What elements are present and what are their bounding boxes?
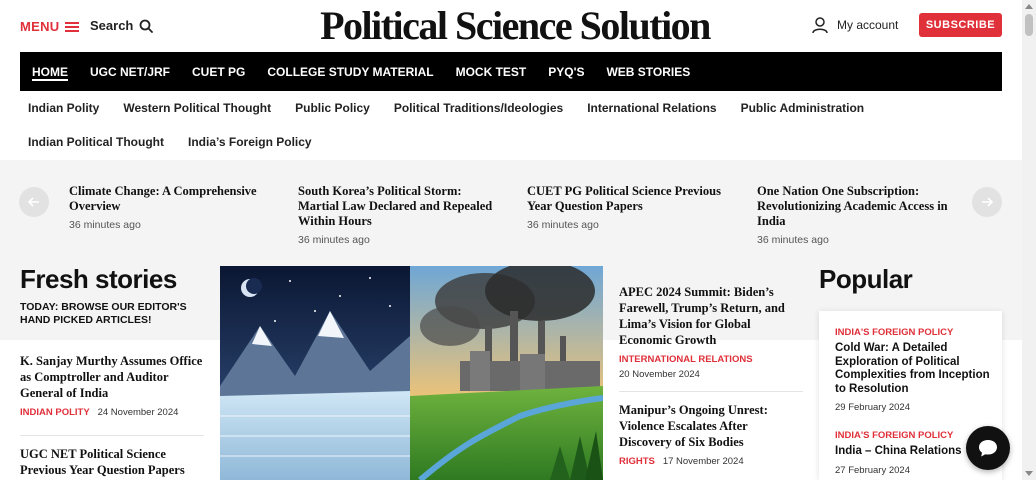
- hamburger-icon: [65, 21, 80, 32]
- story-date: 24 November 2024: [97, 407, 179, 418]
- divider: [20, 435, 204, 436]
- ticker-time: 36 minutes ago: [69, 219, 141, 231]
- subnav-item-public-policy[interactable]: Public Policy: [295, 101, 370, 115]
- subnav-item-indian-polity[interactable]: Indian Polity: [28, 101, 99, 115]
- subnav-item-indian-political-thought[interactable]: Indian Political Thought: [28, 135, 164, 149]
- subnav-item-international-relations[interactable]: International Relations: [587, 101, 716, 115]
- popular-title[interactable]: Cold War: A Detailed Exploration of Poli…: [835, 342, 995, 396]
- ticker-title[interactable]: South Korea’s Political Storm: Martial L…: [298, 184, 498, 229]
- scroll-up-icon[interactable]: [1025, 4, 1033, 9]
- ticker-title[interactable]: Climate Change: A Comprehensive Overview: [69, 184, 269, 214]
- climate-contrast-illustration: [220, 266, 603, 480]
- story-item[interactable]: K. Sanjay Murthy Assumes Office as Compt…: [20, 353, 204, 418]
- nav-item-cuet-pg[interactable]: CUET PG: [181, 52, 256, 91]
- ticker-title[interactable]: One Nation One Subscription: Revolutioni…: [757, 184, 957, 229]
- site-logo[interactable]: Political Science Solution: [318, 2, 712, 49]
- subnav-item-indias-foreign-policy[interactable]: India’s Foreign Policy: [188, 135, 312, 149]
- story-title[interactable]: UGC NET Political Science Previous Year …: [20, 446, 204, 478]
- scroll-down-icon[interactable]: [1025, 471, 1033, 476]
- nav-item-ugc-net[interactable]: UGC NET/JRF: [79, 52, 181, 91]
- popular-item[interactable]: INDIA'S FOREIGN POLICY Cold War: A Detai…: [835, 327, 995, 413]
- popular-date: 29 February 2024: [835, 402, 910, 413]
- fresh-stories-heading: Fresh stories: [20, 264, 177, 294]
- ticker-item[interactable]: One Nation One Subscription: Revolutioni…: [757, 184, 957, 246]
- search-button[interactable]: Search: [90, 18, 154, 33]
- nav-item-mock-test[interactable]: MOCK TEST: [445, 52, 538, 91]
- ticker-item[interactable]: South Korea’s Political Storm: Martial L…: [298, 184, 498, 246]
- subscribe-button[interactable]: SUBSCRIBE: [919, 13, 1002, 37]
- popular-heading: Popular: [819, 264, 913, 294]
- arrow-left-icon: [27, 197, 39, 207]
- ticker-time: 36 minutes ago: [757, 234, 829, 246]
- ticker-time: 36 minutes ago: [527, 219, 599, 231]
- page-scrollbar[interactable]: [1022, 0, 1036, 480]
- chat-icon: [979, 440, 997, 457]
- my-account-label: My account: [837, 18, 899, 32]
- sub-nav-row-1: Indian Polity Western Political Thought …: [28, 101, 988, 115]
- ticker-item[interactable]: CUET PG Political Science Previous Year …: [527, 184, 727, 231]
- main-nav: HOME UGC NET/JRF CUET PG COLLEGE STUDY M…: [20, 52, 1002, 91]
- popular-category[interactable]: INDIA'S FOREIGN POLICY: [835, 327, 995, 338]
- divider: [619, 391, 803, 392]
- ticker-next-button[interactable]: [972, 187, 1002, 217]
- story-item[interactable]: UGC NET Political Science Previous Year …: [20, 446, 204, 478]
- featured-image[interactable]: [220, 266, 603, 480]
- site-header: MENU Search Political Science Solution M…: [0, 0, 1022, 52]
- arrow-right-icon: [982, 197, 994, 207]
- user-icon: [812, 17, 828, 34]
- sub-nav-row-2: Indian Political Thought India’s Foreign…: [28, 135, 988, 149]
- story-category[interactable]: RIGHTS: [619, 456, 655, 467]
- story-title[interactable]: APEC 2024 Summit: Biden’s Farewell, Trum…: [619, 284, 803, 348]
- my-account-link[interactable]: My account: [811, 16, 898, 34]
- ticker-time: 36 minutes ago: [298, 234, 370, 246]
- story-meta: INDIAN POLITY 24 November 2024: [20, 407, 204, 418]
- nav-item-web-stories[interactable]: WEB STORIES: [595, 52, 701, 91]
- popular-date: 27 February 2024: [835, 464, 910, 476]
- nav-item-college-study-material[interactable]: COLLEGE STUDY MATERIAL: [256, 52, 444, 91]
- nav-item-home[interactable]: HOME: [20, 52, 79, 91]
- ticker-prev-button[interactable]: [19, 187, 49, 217]
- story-item[interactable]: APEC 2024 Summit: Biden’s Farewell, Trum…: [619, 284, 803, 380]
- story-date: 20 November 2024: [619, 369, 700, 380]
- story-title[interactable]: Manipur’s Ongoing Unrest: Violence Escal…: [619, 402, 803, 450]
- ticker-title[interactable]: CUET PG Political Science Previous Year …: [527, 184, 727, 214]
- story-title[interactable]: K. Sanjay Murthy Assumes Office as Compt…: [20, 353, 204, 401]
- subnav-item-public-administration[interactable]: Public Administration: [741, 101, 865, 115]
- nav-item-pyqs[interactable]: PYQ'S: [537, 52, 595, 91]
- ticker-item[interactable]: Climate Change: A Comprehensive Overview…: [69, 184, 269, 231]
- search-icon: [139, 19, 154, 33]
- story-category[interactable]: INTERNATIONAL RELATIONS: [619, 354, 803, 365]
- menu-label: MENU: [20, 19, 60, 34]
- fresh-stories-subtitle: TODAY: BROWSE OUR EDITOR'S HAND PICKED A…: [20, 301, 187, 326]
- story-meta: INTERNATIONAL RELATIONS 20 November 2024: [619, 354, 803, 380]
- subnav-item-western-political-thought[interactable]: Western Political Thought: [123, 101, 271, 115]
- subnav-item-political-traditions[interactable]: Political Traditions/Ideologies: [394, 101, 563, 115]
- scrollbar-thumb[interactable]: [1025, 14, 1033, 36]
- menu-button[interactable]: MENU: [20, 19, 80, 34]
- chat-button[interactable]: [966, 426, 1010, 470]
- story-item[interactable]: Manipur’s Ongoing Unrest: Violence Escal…: [619, 402, 803, 467]
- story-category[interactable]: INDIAN POLITY: [20, 407, 90, 418]
- search-label: Search: [90, 18, 134, 33]
- story-date: 17 November 2024: [662, 456, 744, 467]
- story-meta: RIGHTS 17 November 2024: [619, 456, 803, 467]
